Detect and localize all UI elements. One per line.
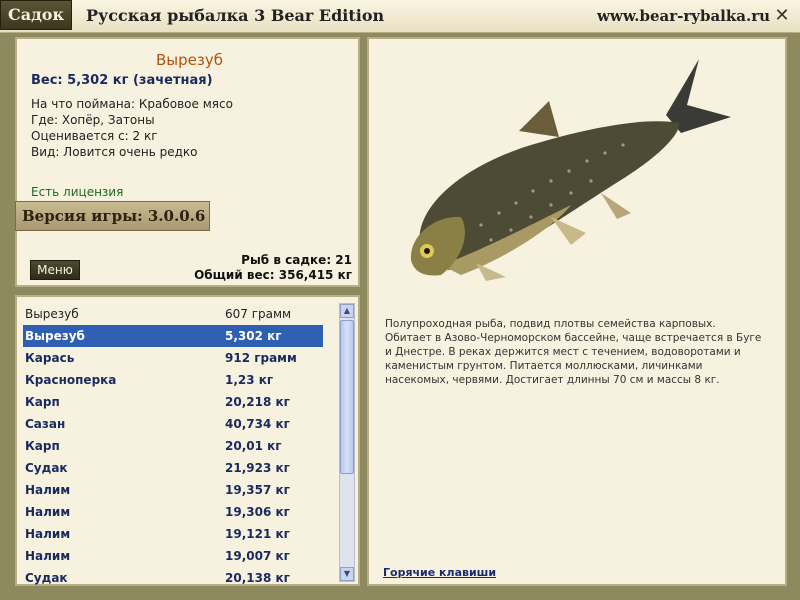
list-item[interactable]: Вырезуб 5,302 кг	[23, 325, 323, 347]
place-info: Где: Хопёр, Затоны	[31, 113, 155, 127]
fish-title: Вырезуб	[156, 51, 223, 69]
list-item-name: Налим	[25, 483, 71, 497]
list-item[interactable]: Налим 19,121 кг	[23, 523, 323, 545]
list-item-weight: 40,734 кг	[225, 417, 290, 431]
list-item[interactable]: Налим 19,306 кг	[23, 501, 323, 523]
list-item-name: Карась	[25, 351, 75, 365]
fish-description: Полупроходная рыба, подвид плотвы семейс…	[385, 318, 762, 386]
arrow-down-icon[interactable]: ▼	[340, 567, 354, 581]
list-item-weight: 20,218 кг	[225, 395, 290, 409]
total-weight: Общий вес: 356,415 кг	[194, 268, 352, 282]
license-status: Есть лицензия	[31, 185, 124, 199]
list-item[interactable]: Судак 21,923 кг	[23, 457, 323, 479]
list-item-name: Судак	[25, 461, 68, 475]
fish-count: Рыб в садке: 21	[241, 253, 352, 267]
list-item-weight: 607 грамм	[225, 307, 292, 321]
list-item-weight: 912 грамм	[225, 351, 297, 365]
list-item-name: Налим	[25, 527, 71, 541]
list-item[interactable]: Сазан 40,734 кг	[23, 413, 323, 435]
catch-info-panel: Вырезуб Вес: 5,302 кг (зачетная) На что …	[15, 37, 360, 287]
fish-detail-panel: Полупроходная рыба, подвид плотвы семейс…	[367, 37, 787, 586]
fish-list-panel: Вырезуб 607 грамм Вырезуб 5,302 кг Карась 912…	[15, 295, 360, 586]
list-item-name: Сазан	[25, 417, 66, 431]
valued-info: Оценивается с: 2 кг	[31, 129, 158, 143]
list-item-weight: 19,121 кг	[225, 527, 290, 541]
list-item-name: Вырезуб	[25, 329, 85, 343]
list-item[interactable]: Карась 912 грамм	[23, 347, 323, 369]
title-bar: Садок Русская рыбалка 3 Bear Edition www…	[0, 0, 800, 33]
list-item-weight: 19,007 кг	[225, 549, 290, 563]
keepnet-tab-button[interactable]: Садок	[0, 0, 72, 30]
list-item-weight: 5,302 кг	[225, 329, 282, 343]
fish-weight: Вес: 5,302 кг (зачетная)	[31, 73, 213, 88]
list-item-name: Налим	[25, 505, 71, 519]
kind-info: Вид: Ловится очень редко	[31, 145, 198, 159]
site-url: www.bear-rybalka.ru	[597, 7, 770, 25]
list-item[interactable]: Налим 19,357 кг	[23, 479, 323, 501]
list-item[interactable]: Карп 20,218 кг	[23, 391, 323, 413]
scrollbar[interactable]: ▲ ▼	[339, 303, 355, 582]
version-banner: Версия игры: 3.0.0.6	[15, 201, 210, 231]
list-item-weight: 20,01 кг	[225, 439, 282, 453]
list-item-name: Красноперка	[25, 373, 117, 387]
list-item-name: Судак	[25, 571, 68, 585]
window-title: Русская рыбалка 3 Bear Edition	[86, 6, 385, 25]
close-icon[interactable]: ✕	[772, 6, 792, 26]
scrollbar-thumb[interactable]	[340, 320, 354, 474]
list-item-name: Налим	[25, 549, 71, 563]
list-item-weight: 1,23 кг	[225, 373, 274, 387]
bait-info: На что поймана: Крабовое мясо	[31, 97, 233, 111]
list-item-name: Вырезуб	[25, 307, 79, 321]
menu-button[interactable]: Меню	[30, 260, 80, 280]
list-item-weight: 19,306 кг	[225, 505, 290, 519]
list-item-weight: 21,923 кг	[225, 461, 290, 475]
fish-image	[410, 59, 731, 281]
list-item[interactable]: Вырезуб 607 грамм	[23, 303, 323, 325]
list-item[interactable]: Карп 20,01 кг	[23, 435, 323, 457]
arrow-up-icon[interactable]: ▲	[340, 304, 354, 318]
list-item-weight: 20,138 кг	[225, 571, 290, 585]
list-item[interactable]: Красноперка 1,23 кг	[23, 369, 323, 391]
list-item-weight: 19,357 кг	[225, 483, 290, 497]
list-item[interactable]: Судак 20,138 кг	[23, 567, 323, 589]
hotkeys-link[interactable]: Горячие клавиши	[383, 566, 496, 579]
list-item[interactable]: Налим 19,007 кг	[23, 545, 323, 567]
fish-list: Вырезуб 607 грамм Вырезуб 5,302 кг Карась 912…	[23, 303, 323, 589]
list-item-name: Карп	[25, 395, 60, 409]
list-item-name: Карп	[25, 439, 60, 453]
